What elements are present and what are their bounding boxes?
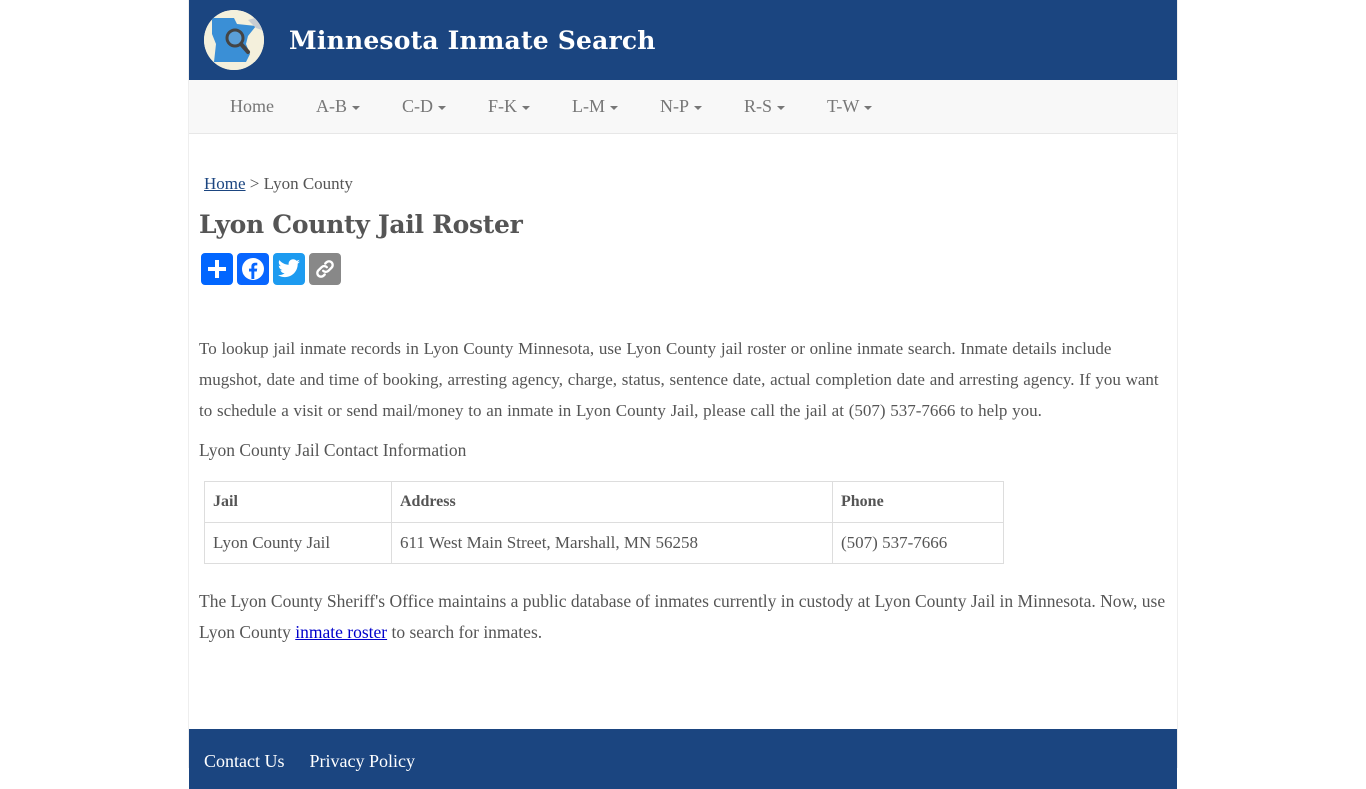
nav-label: L-M	[572, 96, 606, 116]
site-header: Minnesota Inmate Search	[189, 0, 1177, 80]
caret-down-icon	[694, 105, 703, 110]
cell-jail: Lyon County Jail	[204, 522, 392, 564]
contact-heading: Lyon County Jail Contact Information	[199, 440, 467, 460]
breadcrumb: Home > Lyon County	[204, 174, 1167, 194]
contact-table: Jail Address Phone Lyon County Jail 611 …	[204, 481, 1004, 564]
caret-down-icon	[777, 105, 786, 110]
outro-text-after: to search for inmates.	[387, 622, 543, 642]
nav-t-w[interactable]: T-W	[806, 96, 893, 117]
main-content: Home > Lyon County Lyon County Jail Rost…	[189, 174, 1177, 648]
page-container: Minnesota Inmate Search Home A-B C-D F-K…	[188, 0, 1178, 789]
twitter-icon	[278, 259, 300, 278]
caret-down-icon	[352, 105, 360, 110]
table-header-row: Jail Address Phone	[204, 481, 1004, 523]
cell-phone: (507) 537-7666	[832, 522, 1004, 564]
inmate-roster-link[interactable]: inmate roster	[295, 622, 387, 642]
nav-label: T-W	[827, 96, 860, 116]
caret-down-icon	[438, 105, 446, 110]
nav-label: A-B	[316, 96, 347, 116]
link-icon	[316, 260, 334, 278]
nav-l-m[interactable]: L-M	[551, 96, 639, 117]
breadcrumb-current: Lyon County	[263, 174, 353, 193]
table-row: Lyon County Jail 611 West Main Street, M…	[204, 522, 1004, 564]
site-footer: Contact Us Privacy Policy	[189, 729, 1177, 789]
twitter-share-button[interactable]	[273, 253, 305, 285]
nav-label: R-S	[744, 96, 773, 116]
intro-paragraph: To lookup jail inmate records in Lyon Co…	[199, 339, 1159, 420]
caret-down-icon	[610, 105, 619, 110]
footer-contact-us-link[interactable]: Contact Us	[204, 751, 285, 789]
breadcrumb-home-link[interactable]: Home	[204, 174, 246, 193]
main-nav: Home A-B C-D F-K L-M N-P R-S T-W	[189, 80, 1177, 134]
nav-label: F-K	[488, 96, 518, 116]
cell-address: 611 West Main Street, Marshall, MN 56258	[391, 522, 833, 564]
caret-down-icon	[864, 105, 873, 110]
footer-privacy-policy-link[interactable]: Privacy Policy	[310, 751, 416, 789]
minnesota-map-magnifier-icon[interactable]	[204, 10, 264, 70]
nav-a-b[interactable]: A-B	[295, 96, 381, 117]
nav-label: C-D	[402, 96, 433, 116]
nav-r-s[interactable]: R-S	[723, 96, 806, 117]
facebook-icon	[242, 258, 264, 280]
column-header-address: Address	[391, 481, 833, 523]
page-title: Lyon County Jail Roster	[199, 210, 523, 239]
breadcrumb-separator: >	[249, 174, 260, 193]
nav-label: N-P	[660, 96, 690, 116]
share-button[interactable]	[201, 253, 233, 285]
nav-c-d[interactable]: C-D	[381, 96, 467, 117]
nav-home[interactable]: Home	[209, 96, 295, 117]
nav-f-k[interactable]: F-K	[467, 96, 551, 117]
share-bar	[201, 253, 1167, 285]
copy-link-button[interactable]	[309, 253, 341, 285]
nav-label: Home	[230, 96, 274, 116]
column-header-phone: Phone	[832, 481, 1004, 523]
caret-down-icon	[522, 105, 531, 110]
nav-n-p[interactable]: N-P	[639, 96, 723, 117]
facebook-share-button[interactable]	[237, 253, 269, 285]
site-title[interactable]: Minnesota Inmate Search	[289, 26, 656, 55]
plus-icon	[208, 260, 226, 278]
column-header-jail: Jail	[204, 481, 392, 523]
outro-paragraph: The Lyon County Sheriff's Office maintai…	[199, 586, 1167, 648]
